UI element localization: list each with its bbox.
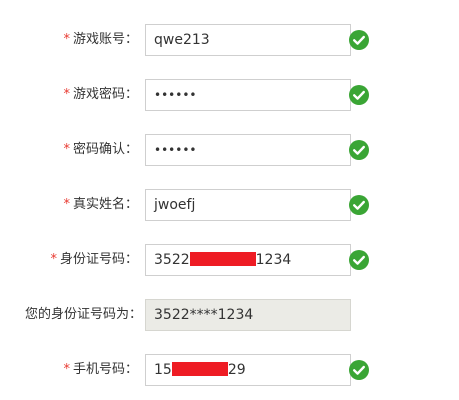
form-row-phone: * 手机号码： 15 29 xyxy=(0,354,459,386)
redaction-bar xyxy=(171,362,228,376)
id-number-label: * 身份证号码： xyxy=(50,252,138,267)
id-number-prefix: 3522 xyxy=(154,252,190,268)
password-confirm-input[interactable]: •••••• xyxy=(145,134,351,166)
check-circle-icon xyxy=(349,250,369,270)
form-row-game-account: * 游戏账号： qwe213 xyxy=(0,24,459,56)
check-circle-icon xyxy=(349,140,369,160)
required-mark: * xyxy=(50,252,57,267)
form-row-real-name: * 真实姓名： jwoefj xyxy=(0,189,459,221)
real-name-input[interactable]: jwoefj xyxy=(145,189,351,221)
check-circle-icon xyxy=(349,85,369,105)
form-row-game-password: * 游戏密码： •••••• xyxy=(0,79,459,111)
required-mark: * xyxy=(63,142,70,157)
required-mark: * xyxy=(63,87,70,102)
id-display-label: 您的身份证号码为： xyxy=(24,307,142,322)
form-row-id-display: 您的身份证号码为： 3522****1234 xyxy=(0,299,459,331)
real-name-label: * 真实姓名： xyxy=(63,197,138,212)
required-mark: * xyxy=(63,32,70,47)
id-display-field: 3522****1234 xyxy=(145,299,351,331)
phone-prefix: 15 xyxy=(154,362,172,378)
game-account-label: * 游戏账号： xyxy=(63,32,138,47)
password-confirm-label: * 密码确认： xyxy=(63,142,138,157)
form-row-id-number: * 身份证号码： 3522 1234 xyxy=(0,244,459,276)
required-mark: * xyxy=(63,362,70,377)
redaction-bar xyxy=(189,252,256,266)
required-mark: * xyxy=(63,197,70,212)
check-circle-icon xyxy=(349,195,369,215)
id-number-suffix: 1234 xyxy=(255,252,292,268)
form-row-password-confirm: * 密码确认： •••••• xyxy=(0,134,459,166)
game-account-input[interactable]: qwe213 xyxy=(145,24,351,56)
check-circle-icon xyxy=(349,360,369,380)
game-password-label: * 游戏密码： xyxy=(63,87,138,102)
phone-label: * 手机号码： xyxy=(63,362,138,377)
phone-input[interactable]: 15 29 xyxy=(145,354,351,386)
check-circle-icon xyxy=(349,30,369,50)
id-number-input[interactable]: 3522 1234 xyxy=(145,244,351,276)
game-password-input[interactable]: •••••• xyxy=(145,79,351,111)
phone-suffix: 29 xyxy=(227,362,246,378)
